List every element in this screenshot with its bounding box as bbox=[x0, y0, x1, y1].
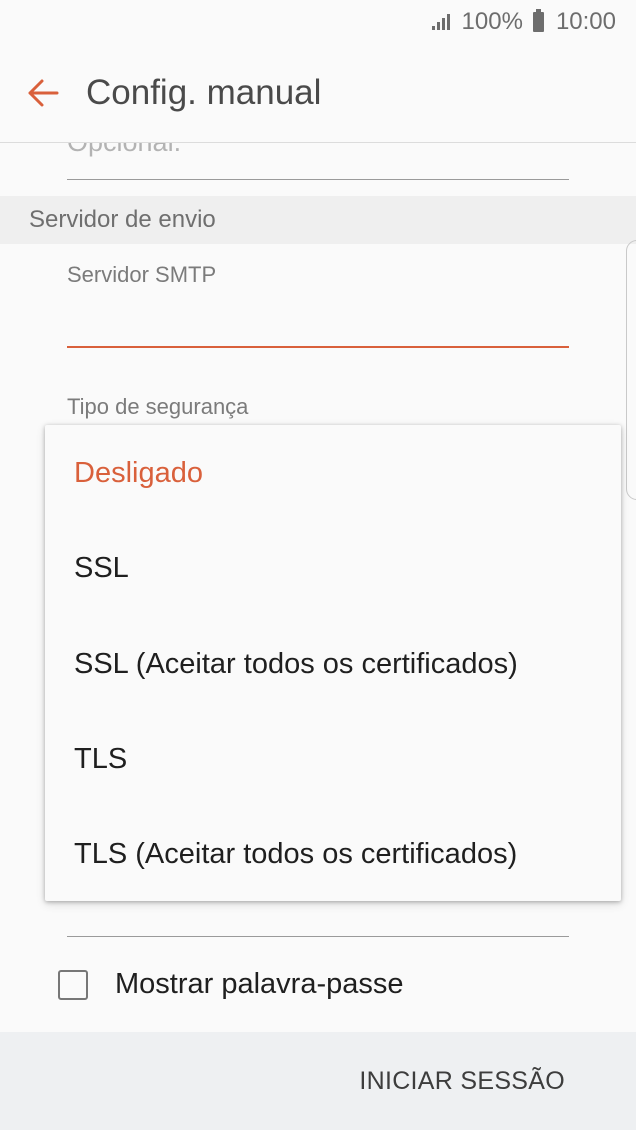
battery-percentage: 100% bbox=[461, 8, 523, 35]
page-title: Config. manual bbox=[86, 73, 322, 112]
security-type-dropdown: Desligado SSL SSL (Aceitar todos os cert… bbox=[45, 425, 621, 901]
bottom-bar: INICIAR SESSÃO bbox=[0, 1032, 636, 1130]
status-bar: 100% 10:00 bbox=[0, 0, 636, 44]
dropdown-option-tls[interactable]: TLS bbox=[45, 712, 621, 807]
signal-icon bbox=[431, 14, 450, 30]
dropdown-option-tls-accept-all[interactable]: TLS (Aceitar todos os certificados) bbox=[45, 807, 621, 902]
arrow-left-icon bbox=[28, 79, 59, 107]
back-button[interactable] bbox=[0, 44, 86, 142]
dropdown-option-ssl[interactable]: SSL bbox=[45, 521, 621, 616]
security-type-label: Tipo de segurança bbox=[67, 394, 249, 419]
edge-panel-handle[interactable] bbox=[626, 240, 636, 500]
password-field-underline[interactable] bbox=[67, 936, 569, 937]
section-header-outgoing-server: Servidor de envio bbox=[0, 196, 636, 244]
screen: 100% 10:00 Config. manual Opcional. Serv… bbox=[0, 0, 636, 1130]
smtp-server-input[interactable] bbox=[67, 302, 569, 348]
dropdown-option-ssl-accept-all[interactable]: SSL (Aceitar todos os certificados) bbox=[45, 617, 621, 712]
app-bar: Config. manual bbox=[0, 44, 636, 143]
show-password-option[interactable]: Mostrar palavra-passe bbox=[58, 968, 404, 1001]
show-password-checkbox[interactable] bbox=[58, 969, 88, 1000]
dropdown-option-off[interactable]: Desligado bbox=[45, 426, 621, 521]
optional-field[interactable]: Opcional. bbox=[67, 142, 569, 180]
optional-field-value: Opcional. bbox=[67, 142, 182, 157]
battery-icon bbox=[532, 9, 544, 32]
sign-in-button[interactable]: INICIAR SESSÃO bbox=[359, 1067, 565, 1096]
show-password-label: Mostrar palavra-passe bbox=[115, 968, 404, 1000]
status-time: 10:00 bbox=[555, 8, 616, 35]
smtp-server-label: Servidor SMTP bbox=[67, 262, 217, 287]
